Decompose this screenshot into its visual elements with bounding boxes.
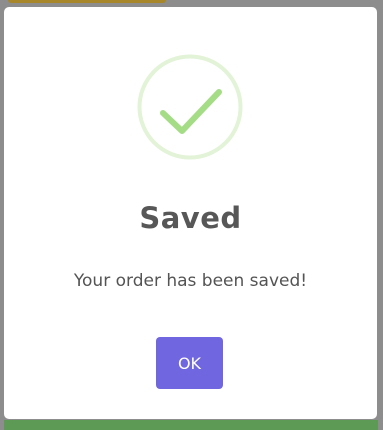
check-mark bbox=[160, 89, 222, 134]
ok-button[interactable]: OK bbox=[156, 337, 223, 389]
background-bar bbox=[4, 420, 378, 430]
success-dialog: Saved Your order has been saved! OK bbox=[4, 7, 377, 419]
background-tab bbox=[8, 0, 166, 3]
success-icon-ring bbox=[137, 54, 243, 160]
dialog-message: Your order has been saved! bbox=[73, 271, 308, 291]
success-check-icon bbox=[137, 54, 243, 160]
dialog-title: Saved bbox=[139, 201, 242, 235]
